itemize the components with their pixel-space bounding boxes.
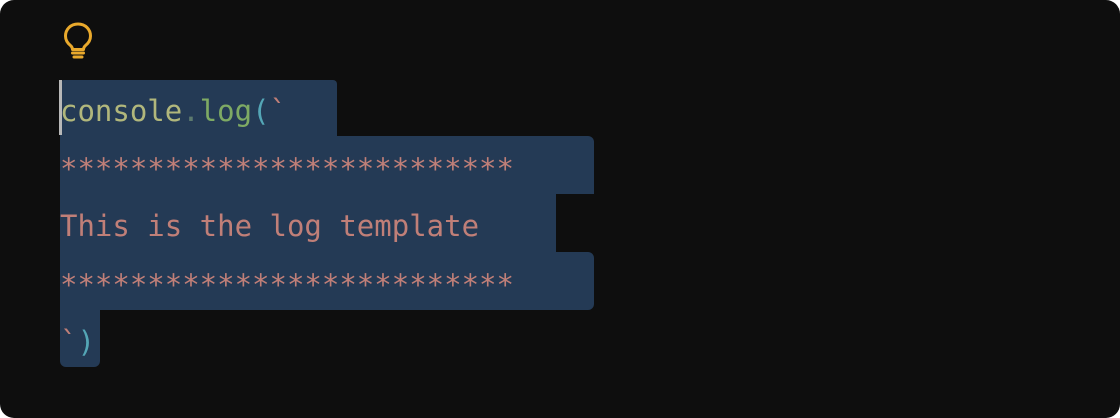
code-editor[interactable]: console.log(` **************************… [0,0,1120,418]
code-line-2[interactable]: ************************** [60,140,514,198]
token-backtick-open: ` [269,94,288,128]
token-identifier: console [60,94,183,128]
token-paren-close: ) [77,325,95,359]
token-dot: . [182,94,200,128]
code-line-1[interactable]: console.log(` [60,82,287,140]
token-paren-open: ( [252,94,270,128]
code-line-5[interactable]: `) [60,313,95,371]
token-backtick-close: ` [60,325,78,359]
code-line-4[interactable]: ************************** [60,256,514,314]
token-function: log [199,94,253,128]
lightbulb-icon[interactable] [60,20,96,60]
code-line-3[interactable]: This is the log template [60,197,479,255]
